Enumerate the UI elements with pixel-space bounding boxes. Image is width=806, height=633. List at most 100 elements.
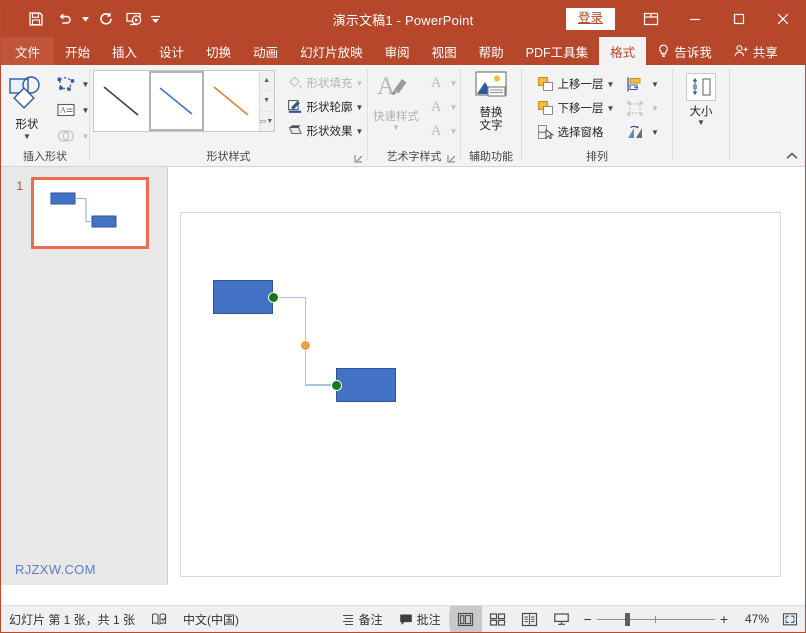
send-backward-icon (536, 100, 556, 116)
alt-text-button[interactable]: 替换 文字 (467, 70, 515, 133)
close-icon[interactable] (761, 1, 805, 37)
tab-home[interactable]: 开始 (54, 37, 101, 65)
tab-insert[interactable]: 插入 (101, 37, 148, 65)
undo-dropdown-caret-icon[interactable] (79, 6, 91, 32)
notes-button[interactable]: 备注 (333, 606, 391, 633)
shapes-label: 形状 (15, 119, 39, 131)
signin-button[interactable]: 登录 (565, 8, 615, 30)
shape-style-thumb-blue[interactable] (148, 71, 204, 131)
bring-forward-caret-icon[interactable]: ▼ (607, 80, 615, 89)
gallery-scroll-up-icon[interactable]: ▲ (259, 71, 274, 92)
start-slideshow-icon[interactable] (121, 6, 147, 32)
group-button[interactable]: ▼ (622, 96, 661, 120)
wordart-small-buttons: A ▼ A ▼ A ▼ (425, 70, 460, 143)
size-height-width-icon (686, 73, 716, 101)
wordart-quick-styles-button[interactable]: A 快速样式 ▼ (367, 70, 425, 132)
tell-me-button[interactable]: 告诉我 (646, 37, 723, 65)
share-button[interactable]: 共享 (723, 37, 789, 65)
shape-style-thumb-black[interactable] (94, 71, 149, 131)
edit-shape-icon (53, 73, 79, 96)
shape-format-buttons: 形状填充 ▼ 形状轮廓 ▼ 形状效果 ▼ (275, 70, 366, 143)
text-fill-button[interactable]: A ▼ (425, 71, 460, 95)
zoom-slider[interactable] (596, 606, 715, 633)
shape-styles-dialog-launcher[interactable] (353, 154, 364, 165)
text-effects-caret-icon[interactable]: ▼ (447, 127, 460, 136)
slide-thumbnail-pane[interactable]: 1 RJZXW.COM (1, 167, 167, 585)
text-effects-button[interactable]: A ▼ (425, 119, 460, 143)
selection-pane-button[interactable]: 选择窗格 (534, 120, 617, 144)
connector-end-handle[interactable] (330, 379, 342, 391)
tab-pdf-toolkit[interactable]: PDF工具集 (515, 37, 600, 65)
zoom-out-button[interactable]: − (584, 611, 592, 627)
ribbon-display-options-icon[interactable] (629, 1, 673, 37)
shape-effects-button[interactable]: 形状效果 ▼ (283, 119, 366, 143)
zoom-slider-thumb[interactable] (624, 612, 630, 626)
fit-to-window-button[interactable] (775, 606, 805, 633)
bring-forward-button[interactable]: 上移一层 ▼ (534, 72, 617, 96)
spellcheck-icon[interactable] (143, 606, 175, 633)
tab-review[interactable]: 审阅 (374, 37, 421, 65)
redo-icon[interactable] (93, 6, 119, 32)
merge-shapes-icon (53, 125, 79, 148)
text-outline-button[interactable]: A ▼ (425, 95, 460, 119)
gallery-more-icon[interactable]: ▭▼ (259, 111, 274, 131)
reading-view-button[interactable] (514, 606, 546, 633)
align-caret-icon[interactable]: ▼ (648, 80, 661, 89)
slideshow-button[interactable] (546, 606, 578, 633)
rotate-button[interactable]: ▼ (622, 120, 661, 144)
thumbnail-pane-scrollbar[interactable] (162, 167, 167, 585)
rotate-caret-icon[interactable]: ▼ (648, 128, 661, 137)
comments-button[interactable]: 批注 (391, 606, 449, 633)
text-fill-caret-icon[interactable]: ▼ (447, 79, 460, 88)
tab-slideshow[interactable]: 幻灯片放映 (289, 37, 374, 65)
zoom-percent-label[interactable]: 47% (733, 612, 769, 626)
gallery-scroll-buttons[interactable]: ▲ ▼ ▭▼ (258, 71, 274, 131)
language-status[interactable]: 中文(中国) (175, 606, 247, 633)
shapes-button[interactable]: 形状 ▼ (1, 70, 53, 141)
customize-qat-icon[interactable] (149, 6, 161, 32)
group-caret-icon[interactable]: ▼ (648, 104, 661, 113)
size-button[interactable]: 大小 ▼ (680, 70, 722, 127)
shapes-dropdown-caret-icon[interactable]: ▼ (23, 133, 31, 141)
shape-outline-button[interactable]: 形状轮廓 ▼ (283, 95, 366, 119)
tab-design[interactable]: 设计 (148, 37, 195, 65)
collapse-ribbon-button[interactable] (785, 149, 799, 163)
titlebar-right: 登录 (565, 1, 805, 37)
wordart-styles-dialog-launcher[interactable] (446, 154, 457, 165)
connector-start-handle[interactable] (267, 291, 279, 303)
minimize-icon[interactable] (673, 1, 717, 37)
normal-view-button[interactable] (449, 605, 482, 632)
maximize-icon[interactable] (717, 1, 761, 37)
size-caret-icon[interactable]: ▼ (697, 119, 705, 127)
save-icon[interactable] (23, 6, 49, 32)
powerpoint-window: 演示文稿1 - PowerPoint 登录 文件 开始 插入 设计 切换 动画 … (0, 0, 806, 633)
shape-effects-icon (285, 123, 305, 139)
send-backward-button[interactable]: 下移一层 ▼ (534, 96, 617, 120)
tab-file[interactable]: 文件 (1, 37, 55, 65)
slide-thumbnail-1[interactable] (31, 177, 149, 249)
undo-icon[interactable] (51, 6, 77, 32)
slide-count-status[interactable]: 幻灯片 第 1 张，共 1 张 (1, 606, 143, 633)
tab-view[interactable]: 视图 (421, 37, 468, 65)
tab-format[interactable]: 格式 (599, 37, 647, 65)
slide-sorter-button[interactable] (482, 606, 514, 633)
svg-text:A: A (60, 106, 66, 115)
rectangle-shape-2[interactable] (336, 368, 396, 402)
align-button[interactable]: ▼ (622, 72, 661, 96)
slide-canvas[interactable] (180, 212, 781, 577)
shape-fill-button[interactable]: 形状填充 ▼ (283, 71, 366, 95)
tab-animations[interactable]: 动画 (242, 37, 289, 65)
shape-style-thumb-orange[interactable] (204, 71, 259, 131)
gallery-scroll-down-icon[interactable]: ▼ (259, 91, 274, 112)
rectangle-shape-1[interactable] (213, 280, 273, 314)
zoom-in-button[interactable]: + (720, 611, 728, 627)
connector-adjust-handle[interactable] (299, 339, 311, 351)
send-backward-caret-icon[interactable]: ▼ (607, 104, 615, 113)
rotate-objects-icon (622, 121, 648, 144)
tab-help[interactable]: 帮助 (468, 37, 515, 65)
slide-canvas-pane[interactable] (168, 167, 805, 585)
text-outline-caret-icon[interactable]: ▼ (447, 103, 460, 112)
wordart-quick-styles-caret-icon[interactable]: ▼ (392, 124, 400, 132)
shape-style-gallery[interactable]: ▲ ▼ ▭▼ (92, 70, 275, 132)
tab-transitions[interactable]: 切换 (195, 37, 242, 65)
